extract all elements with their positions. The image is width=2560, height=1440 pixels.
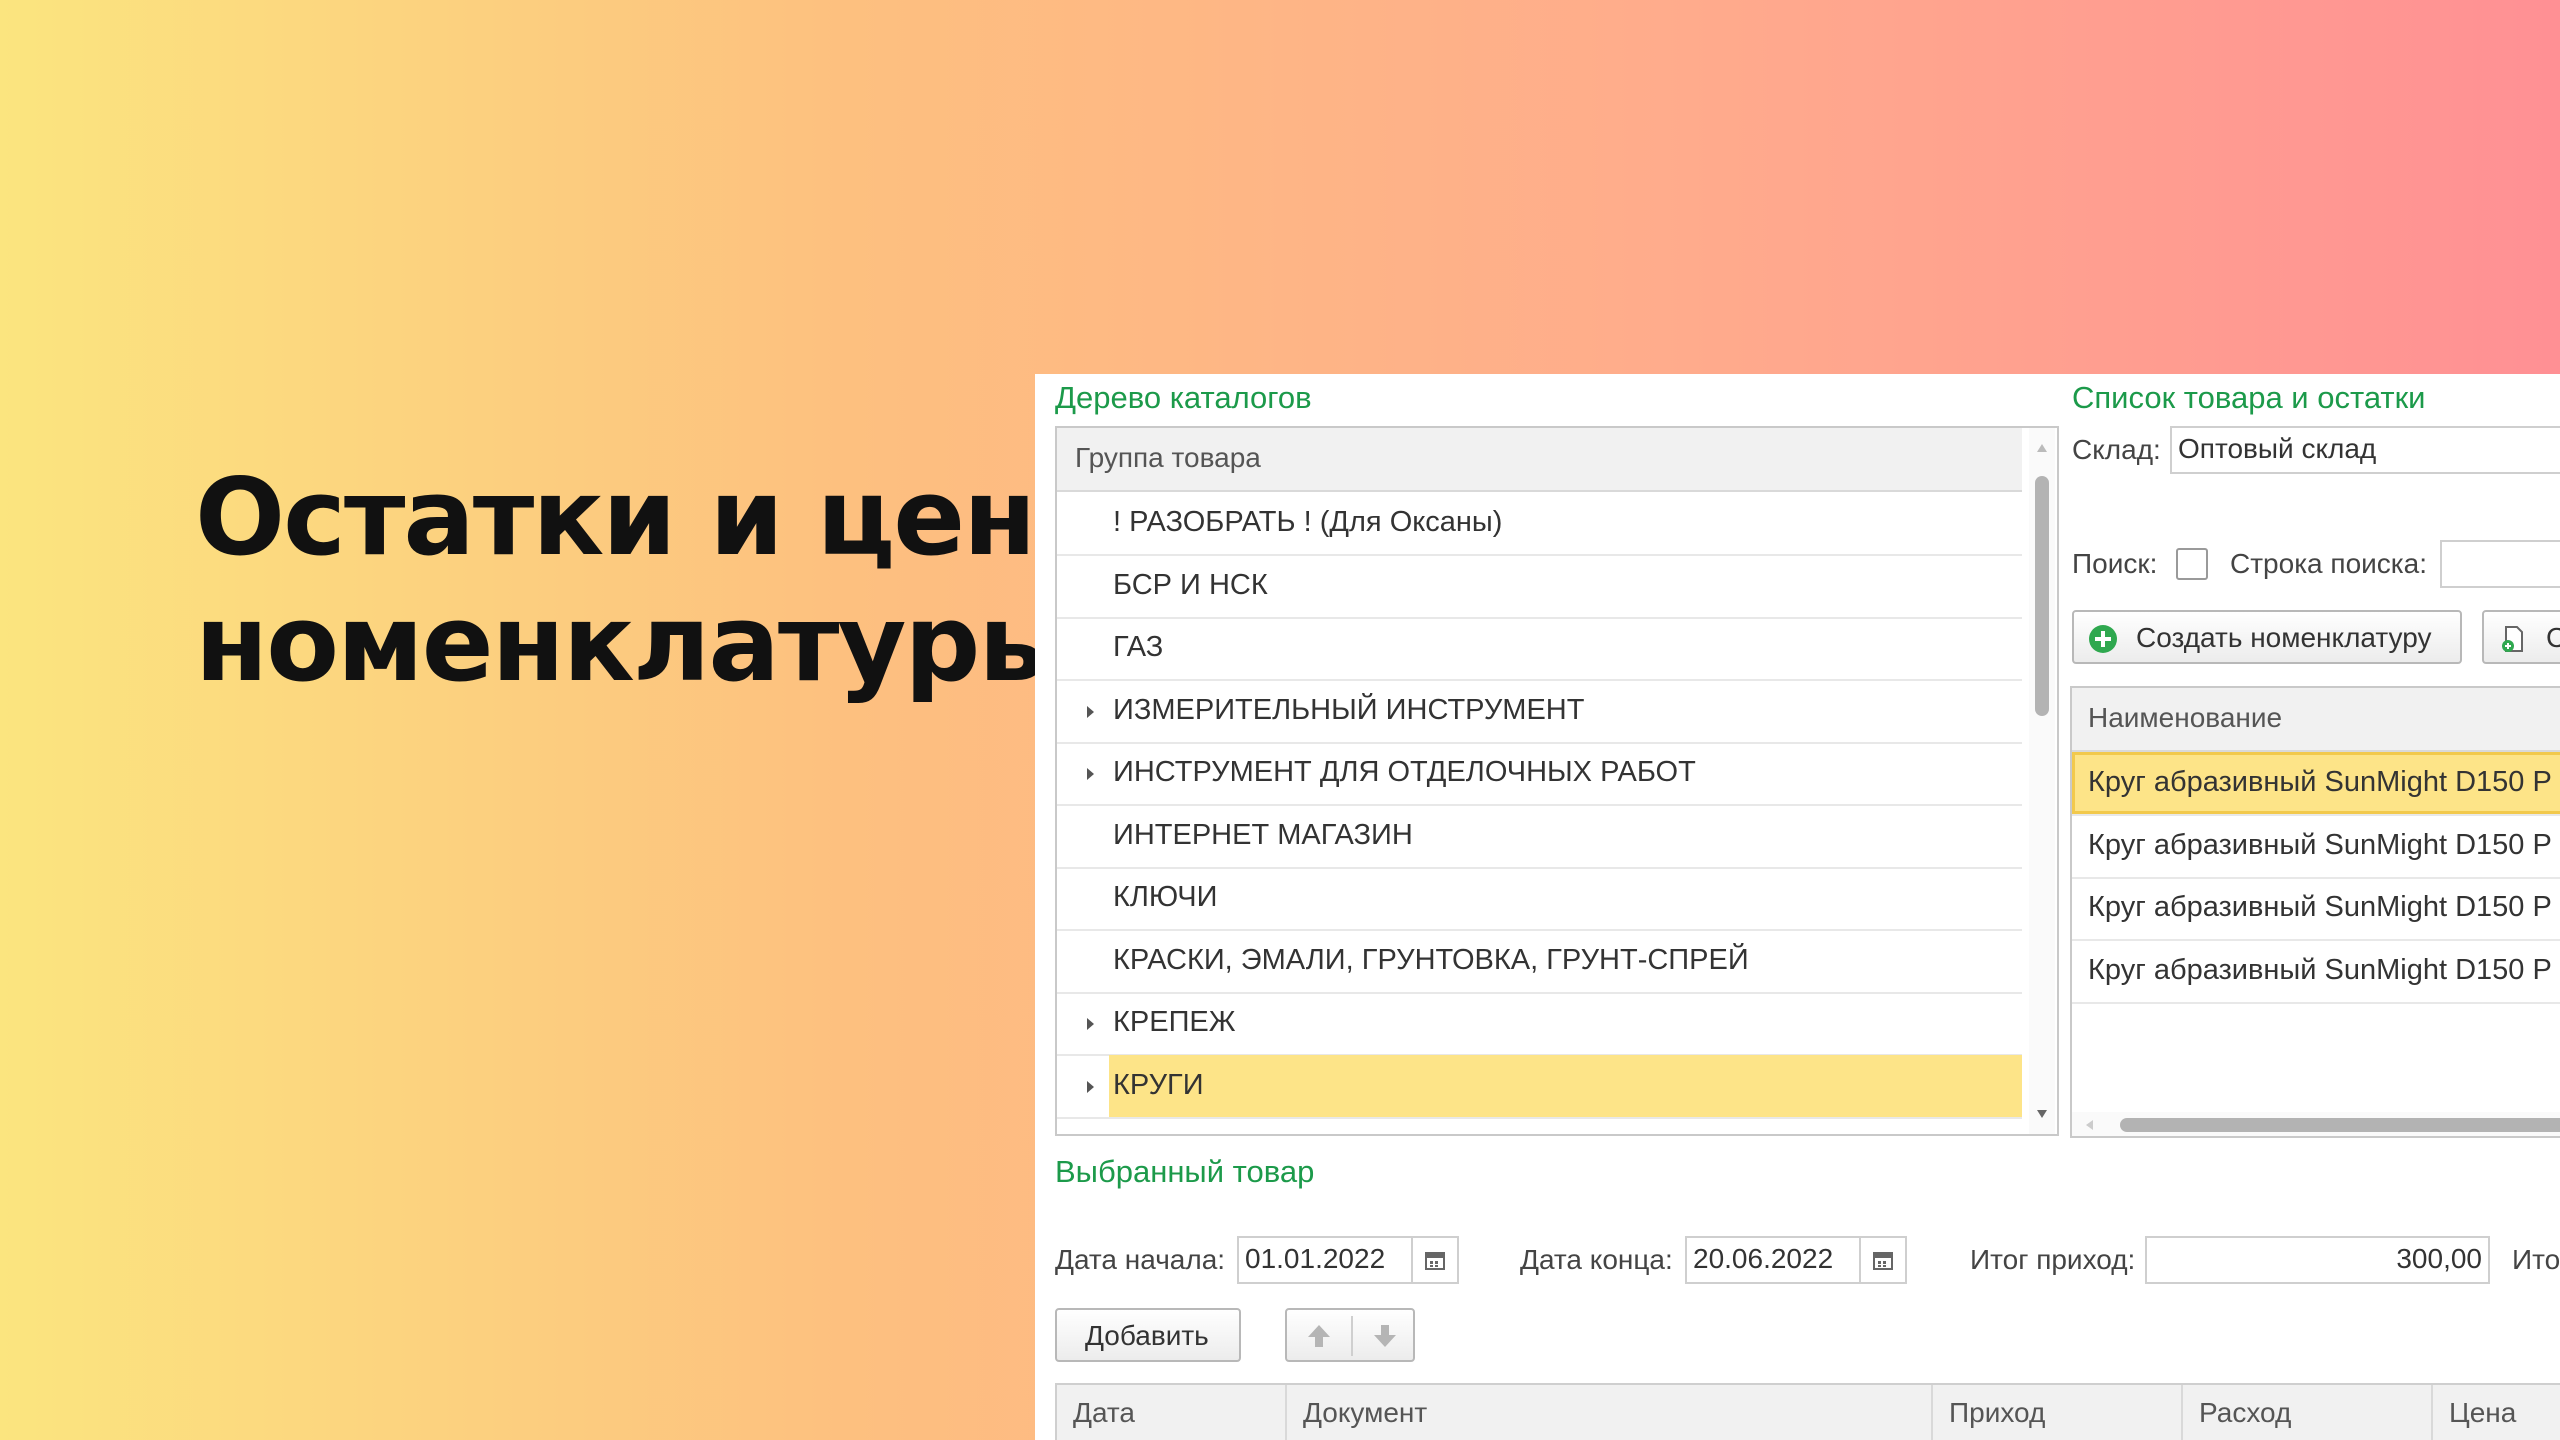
tree-item[interactable]: КРЕПЕЖ (1057, 992, 2022, 1056)
date-start-field[interactable]: 01.01.2022 (1237, 1236, 1459, 1284)
add-button[interactable]: Добавить (1055, 1308, 1241, 1362)
date-end-label: Дата конца: (1520, 1244, 1673, 1275)
expand-arrow-icon[interactable] (1087, 768, 1094, 780)
tree-item-label: КРУГИ (1113, 1068, 1204, 1101)
app-window: Дерево каталогов Группа товара ! РАЗОБРА… (1035, 374, 2560, 1440)
search-checkbox[interactable] (2176, 548, 2208, 580)
selected-product-title: Выбранный товар (1055, 1154, 1315, 1189)
total-out-label: Итог (2512, 1244, 2560, 1275)
column-date[interactable]: Дата (1057, 1385, 1285, 1440)
tree-item-label: ГАЗ (1113, 631, 1164, 663)
search-string-input[interactable] (2440, 540, 2560, 588)
product-row[interactable]: Круг абразивный SunMight D150 P (2072, 877, 2560, 941)
tree-item-label: ИНСТРУМЕНТ ДЛЯ ОТДЕЛОЧНЫХ РАБОТ (1113, 756, 1696, 788)
tree-scrollbar-thumb[interactable] (2035, 476, 2049, 716)
date-start-calendar-button[interactable] (1411, 1238, 1457, 1282)
tree-item-label: ИНТЕРНЕТ МАГАЗИН (1113, 818, 1413, 851)
product-row-name: Круг абразивный SunMight D150 P (2088, 828, 2552, 861)
plus-circle-icon (2089, 625, 2117, 653)
tree-item[interactable]: КРАСКИ, ЭМАЛИ, ГРУНТОВКА, ГРУНТ-СПРЕЙ (1057, 930, 2022, 994)
tree-item-label: ! РАЗОБРАТЬ ! (Для Оксаны) (1113, 506, 1503, 538)
tree-column-header-label: Группа товара (1075, 442, 1261, 473)
product-row-name: Круг абразивный SunMight D150 P (2088, 953, 2552, 986)
tree-item[interactable]: ИНТЕРНЕТ МАГАЗИН (1057, 805, 2022, 869)
copy-button[interactable]: С (2482, 610, 2560, 664)
column-expense[interactable]: Расход (2181, 1385, 2433, 1440)
tree-item[interactable]: КЛЮЧИ (1057, 867, 2022, 931)
tree-item[interactable]: КРУГИ (1057, 1054, 2022, 1119)
tree-item[interactable]: ! РАЗОБРАТЬ ! (Для Оксаны) (1057, 492, 2022, 556)
add-button-label: Добавить (1085, 1320, 1209, 1351)
product-list-scrollbar[interactable] (2072, 1112, 2560, 1136)
tree-item-label: ИЗМЕРИТЕЛЬНЫЙ ИНСТРУМЕНТ (1113, 693, 1585, 726)
copy-button-label: С (2546, 622, 2560, 653)
arrow-down-icon[interactable] (1371, 1322, 1399, 1350)
date-start-value: 01.01.2022 (1245, 1243, 1386, 1274)
search-string-label: Строка поиска: (2230, 548, 2427, 579)
product-row[interactable]: Круг абразивный SunMight D150 P (2072, 752, 2560, 816)
tree-item-label: КРАСКИ, ЭМАЛИ, ГРУНТОВКА, ГРУНТ-СПРЕЙ (1113, 943, 1749, 976)
calendar-icon (1425, 1252, 1445, 1270)
move-buttons (1285, 1308, 1415, 1362)
create-nomenclature-label: Создать номенклатуру (2136, 622, 2432, 653)
tree-scrollbar[interactable] (2029, 428, 2055, 1134)
column-price[interactable]: Цена (2431, 1385, 2560, 1440)
product-row[interactable]: Круг абразивный SunMight D150 P (2072, 940, 2560, 1004)
expand-arrow-icon[interactable] (1087, 1018, 1094, 1030)
tree-item[interactable]: ИНСТРУМЕНТ ДЛЯ ОТДЕЛОЧНЫХ РАБОТ (1057, 742, 2022, 806)
date-end-field[interactable]: 20.06.2022 (1685, 1236, 1907, 1284)
tree-item-label: БСР И НСК (1113, 568, 1268, 601)
arrow-up-icon[interactable] (1305, 1322, 1333, 1350)
column-income[interactable]: Приход (1931, 1385, 2183, 1440)
product-list-scrollbar-thumb[interactable] (2120, 1118, 2560, 1132)
warehouse-field[interactable]: Оптовый склад (2170, 426, 2560, 474)
catalog-tree: Группа товара ! РАЗОБРАТЬ ! (Для Оксаны)… (1055, 426, 2059, 1136)
date-start-label: Дата начала: (1055, 1244, 1226, 1275)
movements-table-header: Дата Документ Приход Расход Цена (1055, 1383, 2560, 1440)
column-document[interactable]: Документ (1285, 1385, 1933, 1440)
total-in-label: Итог приход: (1970, 1244, 2136, 1275)
tree-item[interactable]: БСР И НСК (1057, 555, 2022, 619)
headline-line-2: номенклатуры (195, 582, 1074, 705)
warehouse-label: Склад: (2072, 434, 2161, 465)
product-list-title: Список товара и остатки (2072, 380, 2426, 415)
product-row[interactable]: Круг абразивный SunMight D150 P (2072, 815, 2560, 879)
product-row-name: Круг абразивный SunMight D150 P (2088, 891, 2552, 923)
tree-item-label: КРЕПЕЖ (1113, 1006, 1236, 1038)
product-row-name: Круг абразивный SunMight D150 P (2088, 766, 2552, 798)
tree-item-label: КЛЮЧИ (1113, 881, 1218, 913)
tree-column-header[interactable]: Группа товара (1057, 428, 2022, 492)
total-in-field: 300,00 (2145, 1236, 2490, 1284)
headline-line-1: Остатки и цены (195, 456, 1130, 579)
calendar-icon (1873, 1252, 1893, 1270)
product-column-header[interactable]: Наименование (2072, 688, 2560, 752)
scroll-down-icon[interactable] (2037, 1110, 2047, 1118)
document-copy-icon (2502, 626, 2523, 652)
scroll-left-icon[interactable] (2086, 1120, 2093, 1130)
product-column-header-label: Наименование (2088, 702, 2283, 733)
expand-arrow-icon[interactable] (1087, 705, 1094, 718)
date-end-value: 20.06.2022 (1693, 1243, 1834, 1274)
tree-item[interactable]: ГАЗ (1057, 617, 2022, 681)
date-end-calendar-button[interactable] (1859, 1238, 1905, 1282)
search-label: Поиск: (2072, 548, 2158, 579)
headline: Остатки и цены номенклатуры (195, 455, 1130, 707)
expand-arrow-icon[interactable] (1087, 1080, 1094, 1093)
create-nomenclature-button[interactable]: Создать номенклатуру (2072, 610, 2462, 664)
catalog-tree-title: Дерево каталогов (1055, 380, 1312, 415)
scroll-up-icon[interactable] (2037, 444, 2047, 452)
tree-item[interactable]: ИЗМЕРИТЕЛЬНЫЙ ИНСТРУМЕНТ (1057, 680, 2022, 744)
product-list: Наименование Круг абразивный SunMight D1… (2070, 686, 2560, 1138)
